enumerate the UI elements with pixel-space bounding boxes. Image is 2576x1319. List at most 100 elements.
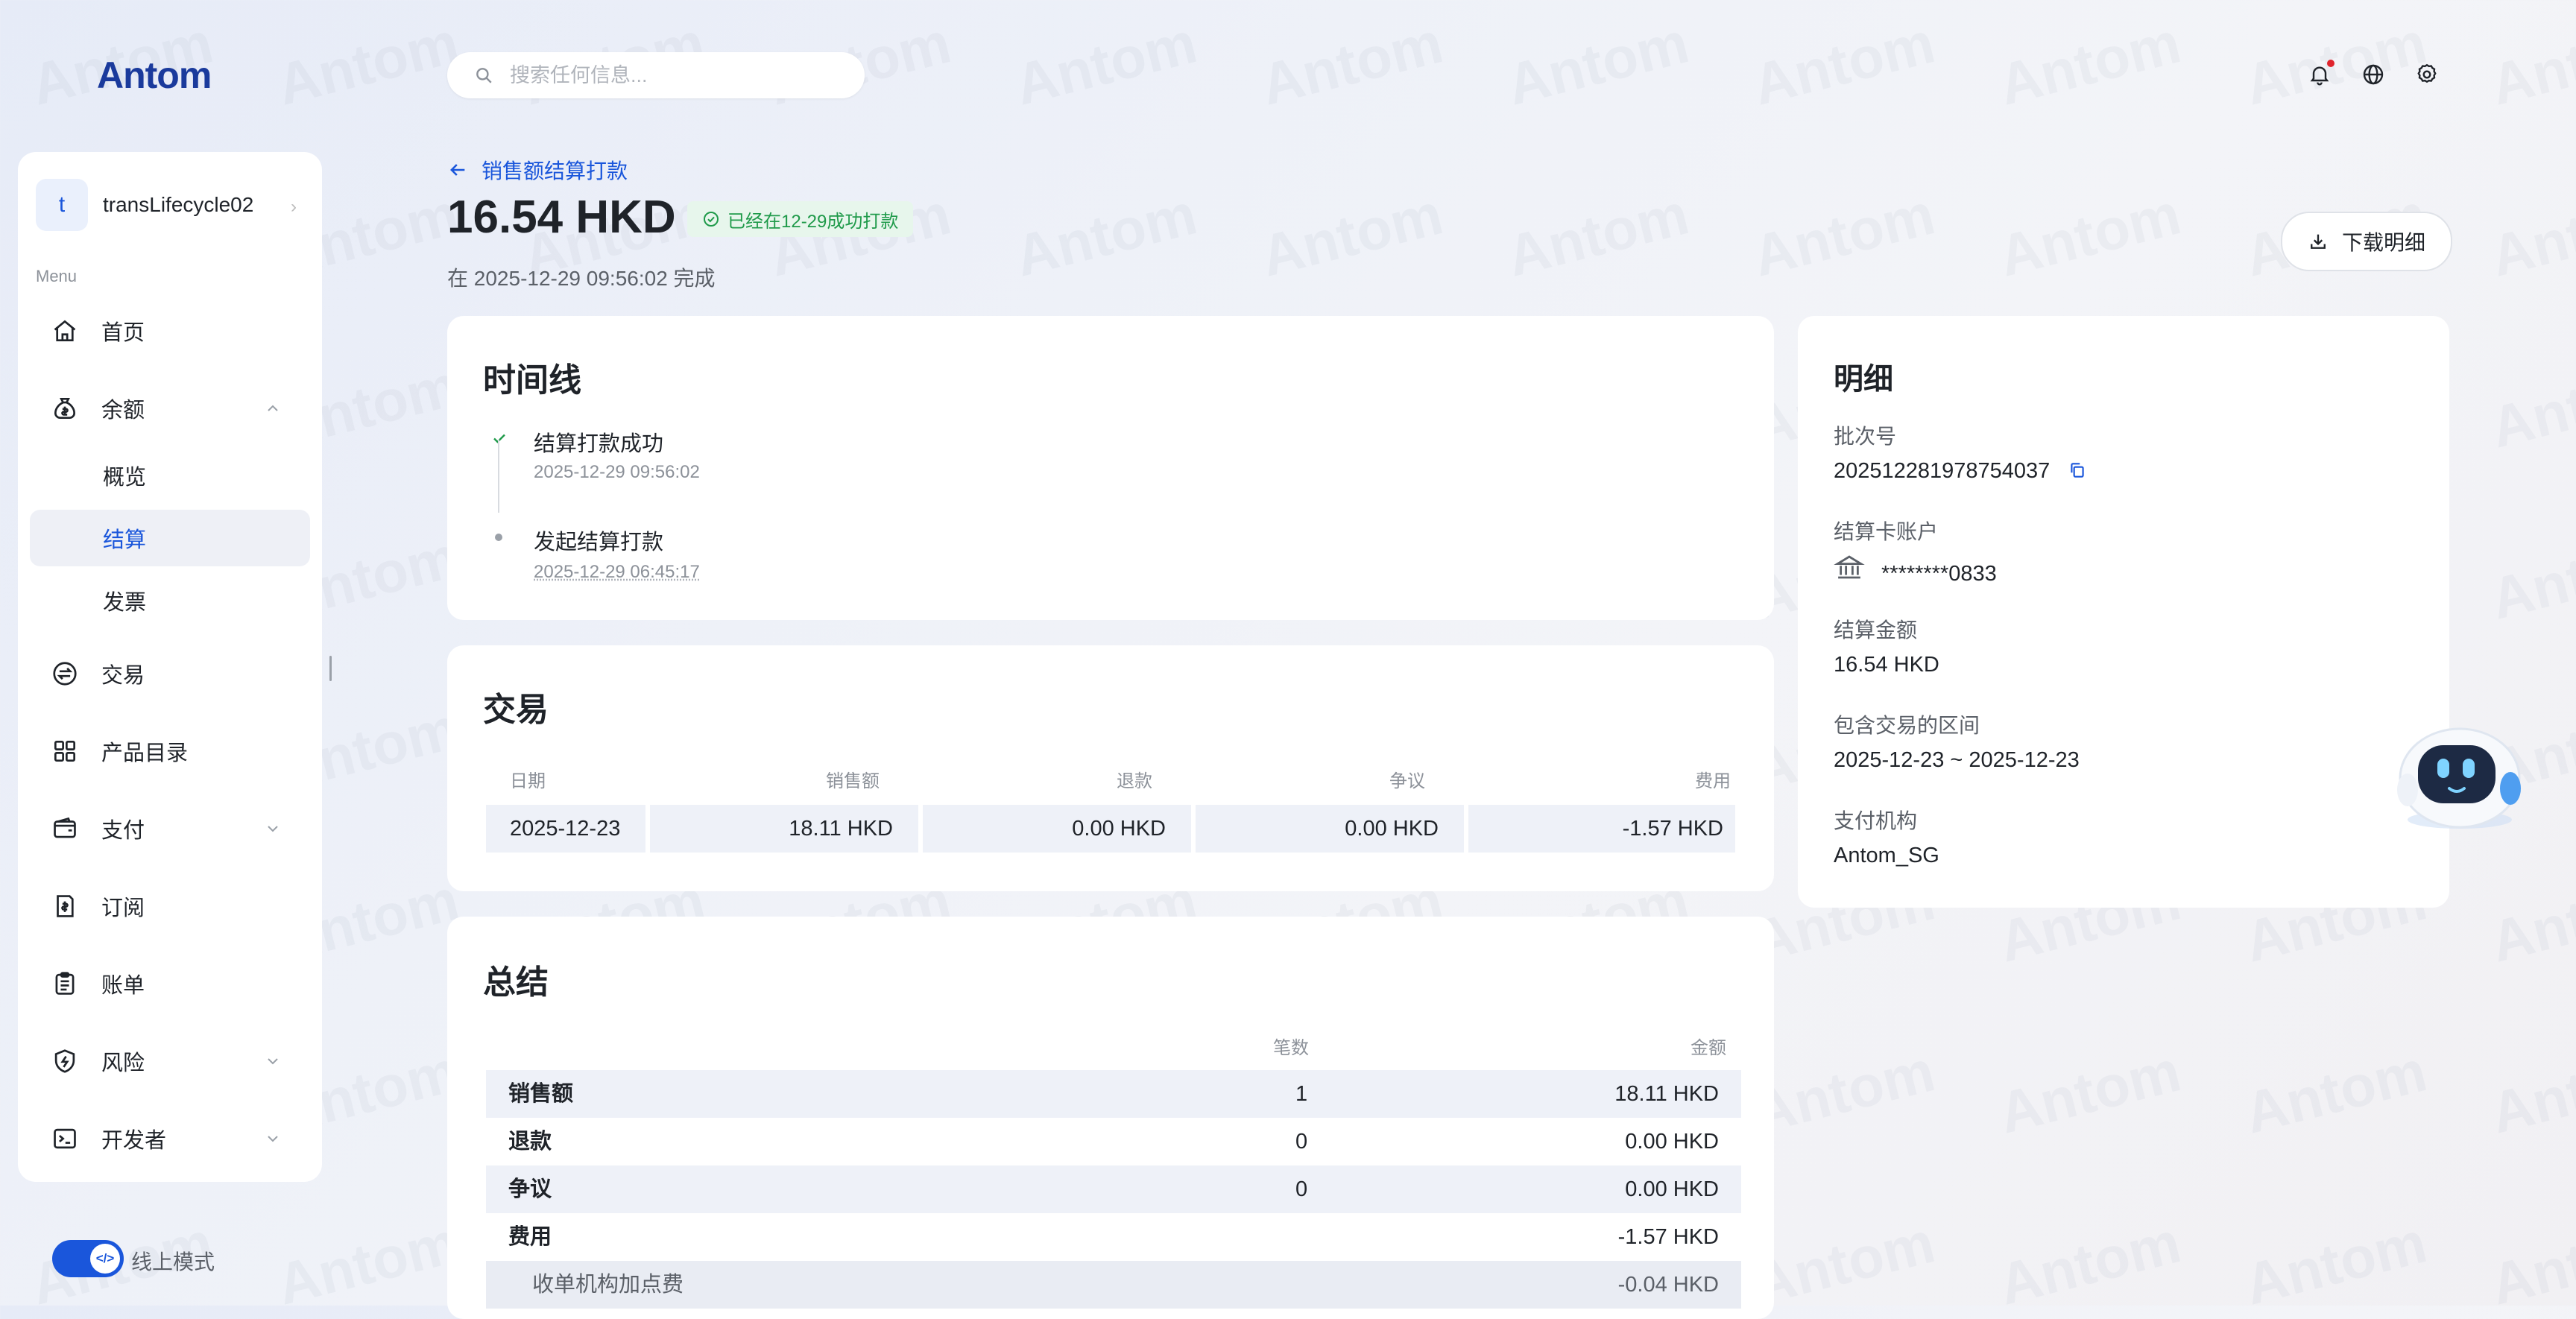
settlement-amount-label: 结算金额 [1834,619,1918,642]
bank-icon [1834,555,1865,579]
notification-button[interactable] [2303,58,2336,91]
chevron-down-icon [268,826,278,832]
sidebar-item-label: 首页 [101,321,145,345]
summary-row-label: 销售额 [508,1082,574,1106]
watermark-text: Antom [1746,9,1941,118]
sidebar-item-billing[interactable]: 账单 [18,955,322,1012]
gear-icon [2417,63,2437,83]
sidebar-item-balance[interactable]: 余额 [18,380,322,437]
search-input[interactable] [508,63,839,88]
sidebar-item-label: 发票 [103,591,147,615]
sidebar-item-transactions[interactable]: 交易 [18,645,322,702]
table-row[interactable]: 2025-12-23 18.11 HKD 0.00 HKD 0.00 HKD -… [486,805,1735,853]
table-row[interactable]: 销售额 1 18.11 HKD [486,1070,1741,1118]
sidebar-item-label: 概览 [103,466,147,490]
watermark-text: Antom [1254,180,1449,289]
sidebar-item-catalog[interactable]: 产品目录 [18,723,322,779]
sidebar-item-label: 开发者 [101,1129,167,1153]
grid-icon [49,736,80,767]
summary-row-label: 费用 [508,1225,552,1249]
table-row[interactable]: 收单机构加点费 -0.04 HKD [486,1261,1741,1309]
page-title: 16.54 HKD [447,192,676,243]
column-header-amount: 金额 [1690,1038,1726,1058]
clipboard-icon [49,968,80,999]
table-row[interactable]: 退款 0 0.00 HKD [486,1118,1741,1165]
globe-icon [2363,64,2384,85]
watermark-text: Antom [2484,352,2576,461]
summary-row-count: 1 [1295,1082,1308,1106]
cell-sales: 18.11 HKD [789,817,893,841]
table-row[interactable]: 争议 0 0.00 HKD [486,1165,1741,1213]
watermark-text: Antom [2484,9,2576,118]
range-label: 包含交易的区间 [1834,714,1980,737]
column-header-dispute: 争议 [1389,771,1425,791]
sidebar: t transLifecycle02 › Menu 首页 余额 概览 结算 发票… [18,152,322,1182]
status-badge-label: 已经在12-29成功打款 [727,211,899,232]
sidebar-item-subscription[interactable]: 订阅 [18,878,322,934]
download-button-label: 下载明细 [2341,231,2425,254]
summary-row-amount: -0.04 HKD [1617,1273,1719,1297]
watermark-text: Antom [2238,1209,2433,1318]
sidebar-item-home[interactable]: 首页 [18,303,322,359]
table-row[interactable]: 费用 -1.57 HKD [486,1213,1741,1261]
robot-icon [2397,727,2521,829]
chevron-down-icon [268,1136,278,1142]
cell-fee: -1.57 HKD [1622,817,1723,841]
watermark-text: Antom [1008,180,1203,289]
timeline-event-time: 2025-12-29 06:45:17 [534,562,700,582]
download-icon [2311,234,2326,249]
sidebar-item-label: 结算 [103,528,147,552]
watermark-text: Antom [1992,1037,2187,1146]
sidebar-item-payment[interactable]: 支付 [18,800,322,857]
card-account-value: ********0833 [1881,562,1997,586]
summary-row-count: 0 [1295,1177,1308,1201]
watermark-text: Antom [1992,180,2187,289]
summary-card: 总结 笔数 金额 销售额 1 18.11 HKD 退款 0 0.00 HKD 争… [447,917,1774,1319]
column-header-date: 日期 [510,771,546,791]
arrow-left-icon [450,164,465,176]
timeline-event-time: 2025-12-29 09:56:02 [534,462,700,482]
watermark-text: Antom [1746,180,1941,289]
column-header-fee: 费用 [1695,771,1731,791]
watermark-text: Antom [2484,523,2576,632]
timeline-event-title: 结算打款成功 [534,432,664,456]
sidebar-item-label: 余额 [101,399,145,423]
account-switcher[interactable]: t transLifecycle02 [36,179,253,231]
chevron-down-icon [268,1058,278,1065]
sidebar-item-label: 交易 [101,664,145,688]
check-icon [493,434,505,443]
summary-row-amount: 18.11 HKD [1614,1082,1719,1106]
sidebar-item-label: 产品目录 [101,741,189,765]
copy-icon[interactable] [2068,461,2087,480]
download-details-button[interactable]: 下载明细 [2281,212,2452,271]
brand-logo: Antom [97,54,212,96]
timeline-event-title: 发起结算打款 [534,531,664,554]
sidebar-item-risk[interactable]: 风险 [18,1033,322,1089]
sidebar-resize-handle[interactable] [329,656,332,681]
watermark-text: Antom [270,9,465,118]
details-card: 明细 批次号 202512281978754037 结算卡账户 ********… [1798,316,2449,908]
watermark-text: Antom [1746,1037,1941,1146]
global-search[interactable] [447,52,865,98]
live-mode-toggle[interactable]: </> [52,1240,124,1277]
sidebar-item-developer[interactable]: 开发者 [18,1110,322,1167]
cell-date: 2025-12-23 [510,817,621,841]
settings-button[interactable] [2411,58,2443,91]
sidebar-subitem-overview[interactable]: 概览 [30,447,310,504]
column-header-refund: 退款 [1117,771,1152,791]
chevron-up-icon [268,405,278,411]
summary-row-amount: 0.00 HKD [1625,1177,1719,1201]
assistant-bot-button[interactable] [2385,715,2527,835]
watermark-text: Antom [1992,1209,2187,1318]
summary-row-amount: -1.57 HKD [1617,1225,1719,1249]
watermark-text: Antom [2484,1037,2576,1146]
timeline-card: 时间线 结算打款成功 2025-12-29 09:56:02 发起结算打款 20… [447,316,1774,620]
back-link[interactable]: 销售额结算打款 [447,155,628,185]
sidebar-subitem-settlement[interactable]: 结算 [30,510,310,566]
status-badge: 已经在12-29成功打款 [687,201,914,237]
watermark-text: Antom [270,1209,465,1318]
sidebar-subitem-invoice[interactable]: 发票 [30,572,310,629]
watermark-text: Antom [2484,866,2576,975]
check-circle-icon [704,212,719,227]
language-button[interactable] [2357,58,2390,91]
